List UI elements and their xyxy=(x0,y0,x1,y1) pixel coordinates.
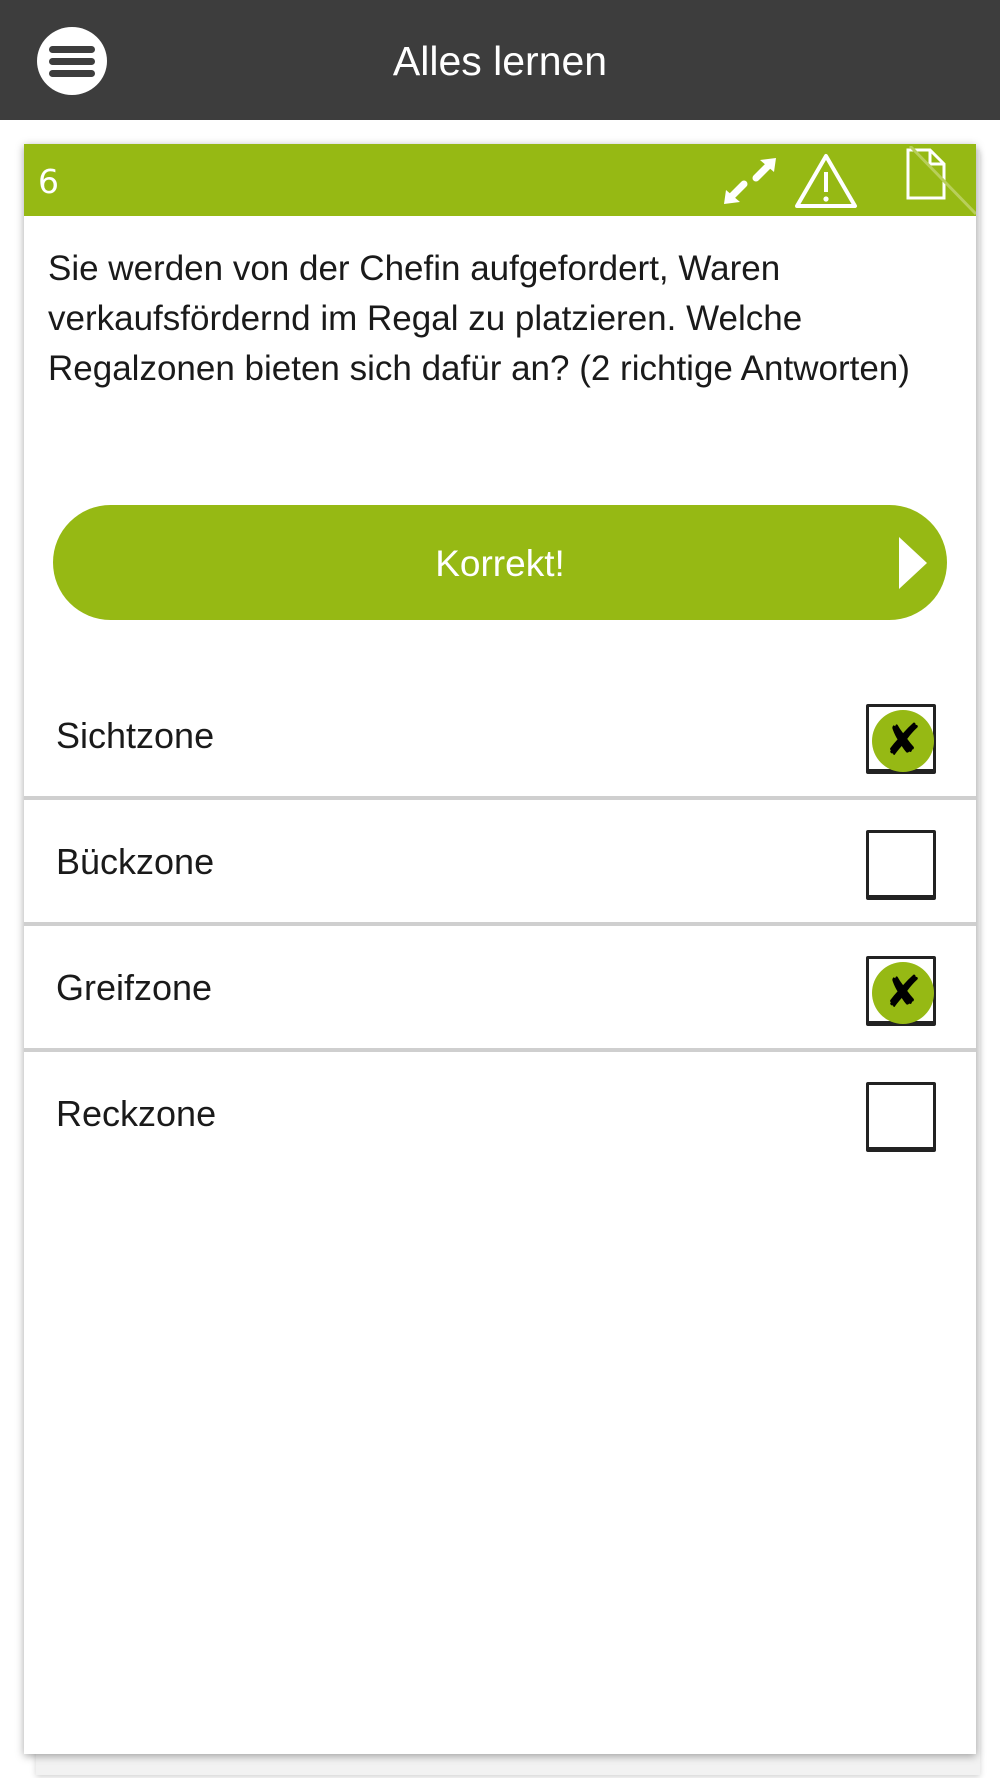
answer-checkbox[interactable]: ✘ xyxy=(866,956,936,1026)
answer-option[interactable]: Sichtzone ✘ xyxy=(24,674,976,800)
answer-label: Bückzone xyxy=(56,841,215,882)
answer-label: Greifzone xyxy=(56,967,213,1008)
expand-icon[interactable] xyxy=(722,156,778,206)
question-card: 6 Sie werden von der Chefin aufgefordert… xyxy=(24,144,976,1754)
card-header: 6 xyxy=(24,144,976,216)
answer-label: Sichtzone xyxy=(56,715,215,756)
arrow-right-icon xyxy=(899,537,927,589)
page-icon[interactable] xyxy=(900,146,976,216)
answer-option[interactable]: Bückzone xyxy=(24,800,976,926)
question-number: 6 xyxy=(38,162,59,201)
page-title: Alles lernen xyxy=(392,38,608,84)
answer-checkbox[interactable] xyxy=(866,830,936,900)
result-continue-button[interactable]: Korrekt! xyxy=(53,505,947,620)
app-bar: Alles lernen xyxy=(0,0,1000,120)
answer-option[interactable]: Reckzone xyxy=(24,1052,976,1178)
checked-x-icon: ✘ xyxy=(872,962,934,1024)
warning-icon[interactable] xyxy=(794,152,858,210)
checked-x-icon: ✘ xyxy=(872,710,934,772)
result-label: Korrekt! xyxy=(435,543,565,584)
answer-list: Sichtzone ✘ Bückzone Greifzone ✘ Reckzon… xyxy=(24,674,976,1178)
answer-option[interactable]: Greifzone ✘ xyxy=(24,926,976,1052)
answer-checkbox[interactable] xyxy=(866,1082,936,1152)
answer-label: Reckzone xyxy=(56,1093,217,1134)
answer-checkbox[interactable]: ✘ xyxy=(866,704,936,774)
question-text: Sie werden von der Chefin aufgefordert, … xyxy=(48,249,910,388)
